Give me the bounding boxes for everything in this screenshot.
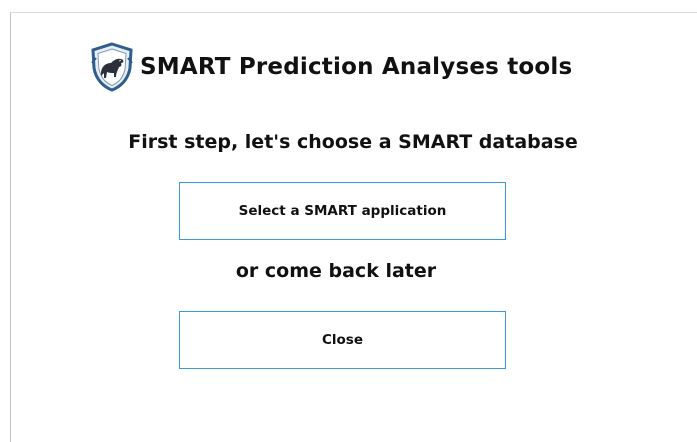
app-window: SMART Prediction Analyses tools First st… — [0, 0, 697, 442]
close-button[interactable]: Close — [179, 311, 506, 369]
select-smart-application-button[interactable]: Select a SMART application — [179, 182, 506, 240]
step-heading: First step, let's choose a SMART databas… — [128, 131, 578, 153]
or-come-back-later-text: or come back later — [235, 260, 437, 282]
app-title: SMART Prediction Analyses tools — [140, 54, 573, 80]
header: SMART Prediction Analyses tools — [90, 42, 572, 92]
shield-panther-icon — [90, 42, 134, 92]
